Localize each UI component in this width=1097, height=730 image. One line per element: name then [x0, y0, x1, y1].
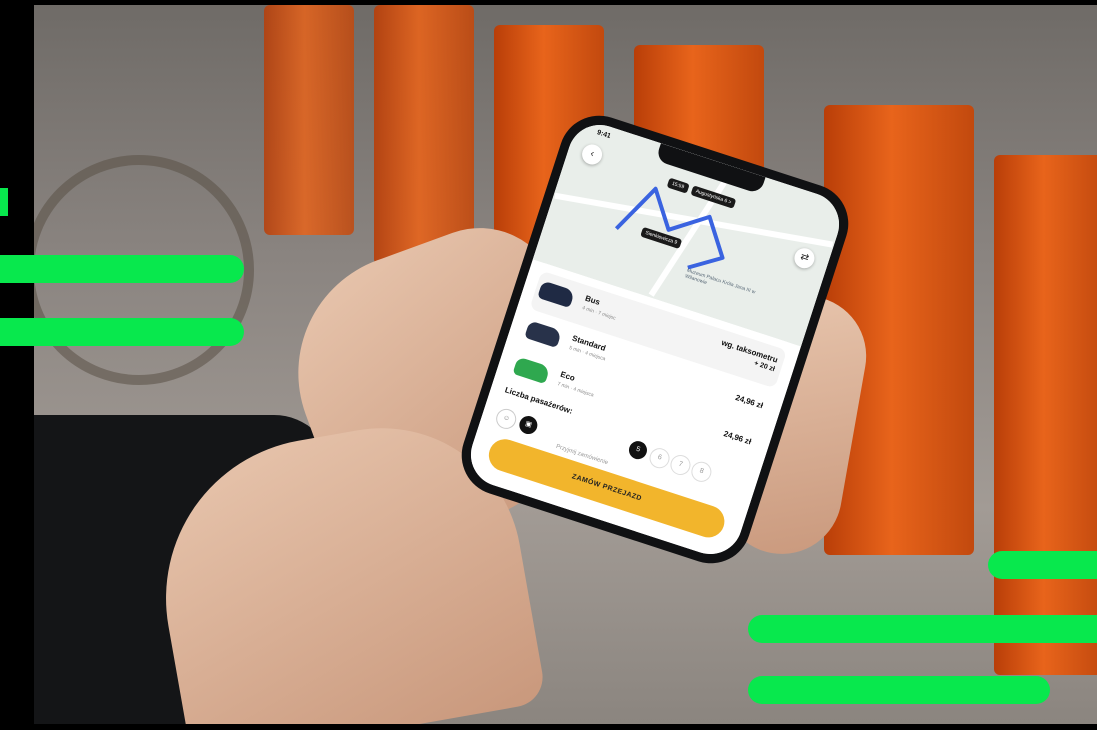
green-stripe — [0, 255, 244, 283]
bus-car-icon — [537, 280, 576, 309]
passenger-option-8[interactable]: 8 — [688, 459, 714, 485]
ride-price: 24,96 zł — [734, 392, 765, 411]
eco-car-icon — [512, 356, 551, 385]
ride-price: wg. taksometru — [720, 337, 779, 365]
passenger-option-7[interactable]: 7 — [667, 452, 694, 478]
bike-dock-post — [374, 5, 474, 265]
green-stripe — [988, 551, 1097, 579]
passenger-option-6[interactable]: 6 — [646, 445, 673, 471]
green-stripe — [748, 615, 1097, 643]
chevron-left-icon: ‹ — [588, 148, 596, 160]
ride-name: Bus — [584, 293, 602, 307]
ride-meta: 4 min · 7 miejsc — [581, 305, 617, 322]
luggage-toggle[interactable]: ▣ — [517, 413, 540, 437]
green-stripe — [748, 676, 1050, 704]
swap-icon: ⇄ — [798, 251, 811, 265]
green-stripe — [0, 188, 8, 216]
ride-name: Eco — [559, 369, 577, 383]
green-stripe — [0, 318, 244, 346]
standard-car-icon — [524, 320, 563, 348]
bike-dock-post — [264, 5, 354, 235]
ride-meta: 7 min · 4 miejsca — [556, 381, 595, 399]
passenger-option-5[interactable]: 5 — [626, 438, 650, 462]
bike-dock-post — [994, 155, 1097, 675]
person-icon: ☺ — [493, 406, 519, 432]
ride-price: 24,96 zł — [722, 429, 753, 447]
